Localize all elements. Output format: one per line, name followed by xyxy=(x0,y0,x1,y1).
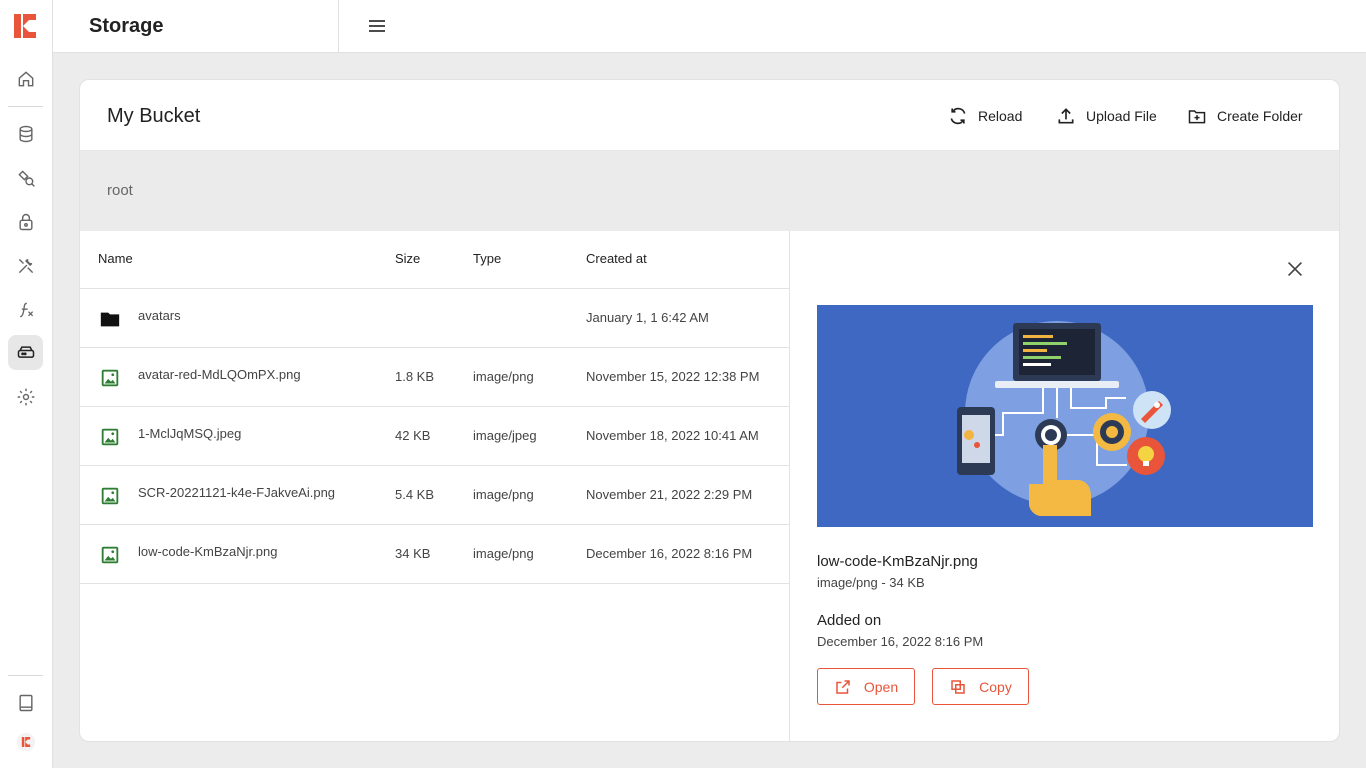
column-header-size[interactable]: Size xyxy=(395,251,420,266)
api-icon xyxy=(17,169,35,187)
row-size: 42 KB xyxy=(395,428,431,443)
table-row[interactable]: avatars January 1, 1 6:42 AM xyxy=(80,289,790,348)
upload-icon xyxy=(1058,108,1074,124)
copy-button-label: Copy xyxy=(979,678,1012,695)
row-type: image/png xyxy=(473,369,534,384)
sidebar-item-auth[interactable] xyxy=(8,204,43,239)
row-type: image/jpeg xyxy=(473,428,537,443)
row-name: 1-MclJqMSQ.jpeg xyxy=(138,426,242,441)
menu-icon[interactable] xyxy=(365,16,389,36)
gear-icon xyxy=(17,388,34,405)
row-created: November 15, 2022 12:38 PM xyxy=(586,369,760,384)
sidebar xyxy=(0,0,53,768)
open-button-label: Open xyxy=(863,678,899,695)
reload-icon xyxy=(950,107,966,125)
book-icon xyxy=(18,694,33,711)
row-type: image/png xyxy=(473,487,534,502)
header-divider xyxy=(338,0,339,52)
row-size: 1.8 KB xyxy=(395,369,435,384)
details-added-label: Added on xyxy=(817,612,882,629)
app-logo-icon[interactable] xyxy=(12,12,38,40)
reload-button[interactable]: Reload xyxy=(948,105,1022,127)
sidebar-item-account[interactable] xyxy=(8,724,43,759)
table-row[interactable]: 1-MclJqMSQ.jpeg 42 KB image/jpeg Novembe… xyxy=(80,407,790,466)
bucket-title: My Bucket xyxy=(107,105,201,127)
image-file-icon xyxy=(101,369,119,387)
function-icon xyxy=(19,302,33,317)
details-file-name: low-code-KmBzaNjr.png xyxy=(817,553,978,570)
bucket-header: My Bucket Reload Upload File Create Fold… xyxy=(80,80,1339,151)
file-table: Name Size Type Created at avatars Januar… xyxy=(80,231,790,741)
breadcrumb: root xyxy=(80,151,1339,231)
external-link-icon xyxy=(836,679,850,694)
table-header: Name Size Type Created at xyxy=(80,231,790,289)
sidebar-item-database[interactable] xyxy=(8,116,43,151)
low-code-illustration xyxy=(817,305,1313,527)
row-created: January 1, 1 6:42 AM xyxy=(586,310,709,325)
file-details-panel: low-code-KmBzaNjr.png image/png - 34 KB … xyxy=(791,231,1339,741)
sidebar-item-functions[interactable] xyxy=(8,292,43,327)
sidebar-item-storage[interactable] xyxy=(8,335,43,370)
create-folder-button[interactable]: Create Folder xyxy=(1187,105,1303,127)
sidebar-divider xyxy=(8,106,43,107)
row-size: 5.4 KB xyxy=(395,487,435,502)
home-icon xyxy=(18,70,33,86)
folder-icon xyxy=(100,312,120,327)
details-file-meta: image/png - 34 KB xyxy=(817,575,925,590)
image-file-icon xyxy=(101,487,119,505)
lock-icon xyxy=(18,213,33,230)
row-size: 34 KB xyxy=(395,546,431,561)
sidebar-item-docs[interactable] xyxy=(8,685,43,720)
sidebar-item-api[interactable] xyxy=(8,160,43,195)
avatar-logo-icon xyxy=(16,732,35,751)
open-button[interactable]: Open xyxy=(817,668,915,705)
table-row[interactable]: SCR-20221121-k4e-FJakveAi.png 5.4 KB ima… xyxy=(80,466,790,525)
table-row[interactable]: avatar-red-MdLQOmPX.png 1.8 KB image/png… xyxy=(80,348,790,407)
file-preview-image xyxy=(817,305,1313,527)
upload-file-button[interactable]: Upload File xyxy=(1056,105,1157,127)
storage-icon xyxy=(17,345,34,358)
row-created: November 21, 2022 2:29 PM xyxy=(586,487,753,502)
sidebar-item-settings[interactable] xyxy=(8,379,43,414)
column-header-name[interactable]: Name xyxy=(98,251,133,266)
folder-plus-icon xyxy=(1188,110,1206,124)
image-file-icon xyxy=(101,546,119,564)
bucket-card: My Bucket Reload Upload File Create Fold… xyxy=(79,79,1340,742)
upload-file-label: Upload File xyxy=(1086,108,1157,124)
copy-button[interactable]: Copy xyxy=(932,668,1029,705)
row-type: image/png xyxy=(473,546,534,561)
details-added-value: December 16, 2022 8:16 PM xyxy=(817,634,984,649)
column-header-type[interactable]: Type xyxy=(473,251,501,266)
close-icon[interactable] xyxy=(1284,258,1306,280)
column-header-created[interactable]: Created at xyxy=(586,251,647,266)
sidebar-item-tools[interactable] xyxy=(8,248,43,283)
page-title: Storage xyxy=(89,15,164,37)
database-icon xyxy=(18,125,33,142)
row-name: SCR-20221121-k4e-FJakveAi.png xyxy=(138,485,336,500)
breadcrumb-root[interactable]: root xyxy=(107,182,133,199)
reload-label: Reload xyxy=(978,108,1023,124)
create-folder-label: Create Folder xyxy=(1217,108,1303,124)
table-row[interactable]: low-code-KmBzaNjr.png 34 KB image/png De… xyxy=(80,525,790,584)
row-created: November 18, 2022 10:41 AM xyxy=(586,428,759,443)
top-bar: Storage xyxy=(53,0,1366,53)
row-name: avatar-red-MdLQOmPX.png xyxy=(138,367,301,382)
sidebar-divider-bottom xyxy=(8,675,43,676)
row-created: December 16, 2022 8:16 PM xyxy=(586,546,753,561)
sidebar-item-home[interactable] xyxy=(8,61,43,96)
row-name: low-code-KmBzaNjr.png xyxy=(138,544,278,559)
image-file-icon xyxy=(101,428,119,446)
copy-icon xyxy=(951,679,965,694)
tools-icon xyxy=(18,258,33,273)
row-name: avatars xyxy=(138,308,181,323)
